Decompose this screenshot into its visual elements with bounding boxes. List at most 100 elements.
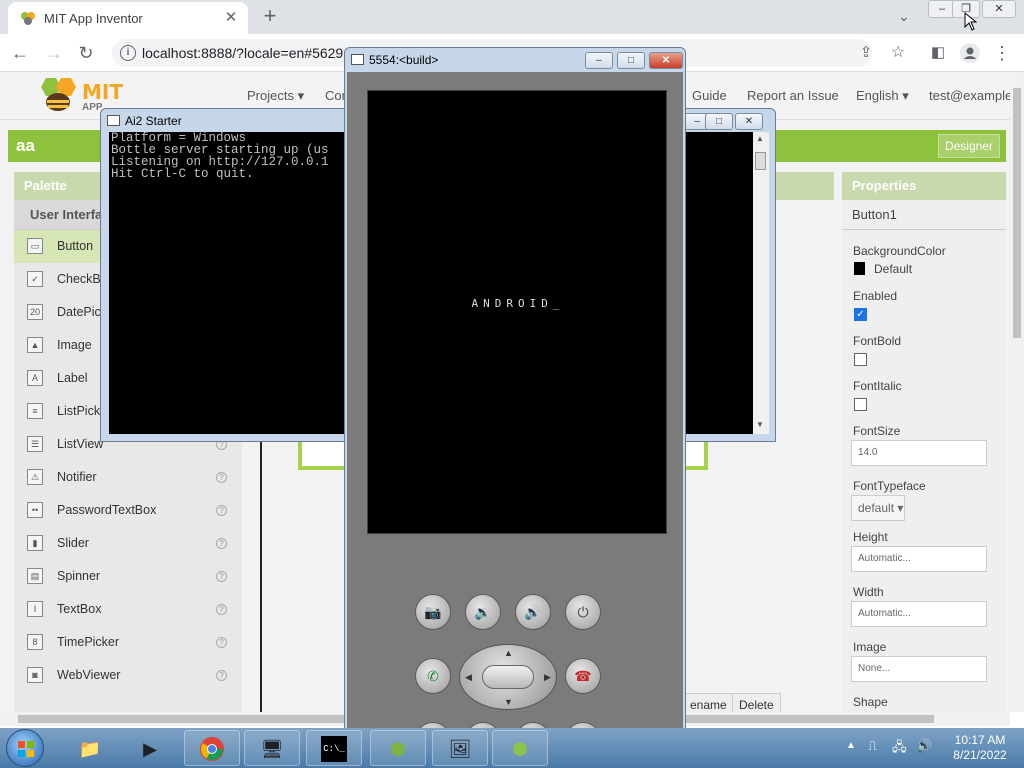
help-icon[interactable]: ? — [216, 637, 227, 648]
taskbar-explorer[interactable]: 📁 — [62, 730, 118, 766]
console-scrollbar[interactable]: ▲ ▼ — [753, 132, 769, 434]
tab-close-icon[interactable]: ✕ — [222, 9, 240, 27]
timepicker-component-icon: 8 — [27, 634, 43, 650]
palette-item-label: ListView — [57, 437, 104, 451]
height-input[interactable]: Automatic... — [851, 546, 987, 572]
help-icon[interactable]: ? — [216, 670, 227, 681]
delete-button[interactable]: Delete — [732, 693, 781, 712]
tray-app-icon[interactable]: ⎍ — [868, 738, 877, 754]
emulator-maximize-button[interactable]: □ — [617, 52, 645, 69]
camera-icon[interactable]: 📷 — [415, 594, 451, 630]
taskbar-chrome[interactable] — [184, 730, 240, 766]
palette-item-notifier[interactable]: ⚠ Notifier? — [14, 461, 242, 494]
reload-icon[interactable]: ↻ — [74, 41, 98, 65]
image-component-icon: ▲ — [27, 337, 43, 353]
scroll-up-icon[interactable]: ▲ — [756, 134, 764, 143]
emulator-window-icon — [351, 54, 364, 65]
profile-avatar-icon[interactable] — [958, 41, 982, 65]
help-icon[interactable]: ? — [216, 538, 227, 549]
prop-backgroundcolor-value[interactable]: Default — [874, 262, 912, 276]
dpad-left-icon[interactable]: ◀ — [465, 672, 472, 683]
color-swatch[interactable] — [854, 262, 865, 275]
report-issue-link[interactable]: Report an Issue — [747, 88, 839, 103]
site-info-icon[interactable]: i — [120, 45, 136, 61]
tab-search-icon[interactable]: ⌄ — [894, 6, 914, 26]
taskbar-clock[interactable]: 10:17 AM 8/21/2022 — [940, 733, 1020, 763]
start-button[interactable] — [6, 729, 44, 767]
browser-tab[interactable]: MIT App Inventor ✕ — [8, 2, 248, 34]
scroll-down-icon[interactable]: ▼ — [756, 420, 764, 429]
taskbar-cmd[interactable]: C:\_ — [306, 730, 362, 766]
console-close-button[interactable]: ✕ — [735, 113, 763, 130]
taskbar-image-app[interactable]: 🖼 — [432, 730, 488, 766]
palette-item-webviewer[interactable]: ◙ WebViewer? — [14, 659, 242, 692]
fontsize-input[interactable]: 14.0 — [851, 440, 987, 466]
help-icon[interactable]: ? — [216, 604, 227, 615]
fontbold-checkbox[interactable] — [854, 353, 867, 366]
properties-header: Properties — [842, 172, 1006, 200]
console-window-icon — [107, 115, 120, 126]
listpicker-component-icon: ≡ — [27, 403, 43, 419]
power-icon[interactable]: ⏻ — [565, 594, 601, 630]
browser-menu-icon[interactable]: ⋮ — [990, 41, 1014, 65]
taskbar-media-player[interactable]: ▶ — [122, 730, 178, 766]
enabled-checkbox[interactable]: ✓ — [854, 308, 867, 321]
android-emulator-window[interactable]: 5554:<build> – □ ✕ ANDROID_ 📷 🔉 🔊 ⏻ ✆ ▲ … — [344, 47, 686, 758]
palette-item-passwordtextbox[interactable]: •• PasswordTextBox? — [14, 494, 242, 527]
volume-up-icon[interactable]: 🔊 — [515, 594, 551, 630]
share-icon[interactable]: ⇪ — [854, 41, 878, 65]
prop-width-label: Width — [853, 585, 884, 599]
call-icon[interactable]: ✆ — [415, 658, 451, 694]
palette-item-timepicker[interactable]: 8 TimePicker? — [14, 626, 242, 659]
show-hidden-icons[interactable]: ▲ — [846, 740, 856, 751]
page-vertical-scrollbar[interactable] — [1010, 72, 1024, 712]
taskbar-android-emulator[interactable]: ⬢ — [370, 730, 426, 766]
palette-item-label: Button — [57, 239, 94, 253]
volume-icon[interactable]: 🔊 — [916, 738, 932, 754]
emulator-minimize-button[interactable]: – — [585, 52, 613, 69]
rename-button[interactable]: ename — [684, 693, 734, 712]
palette-item-label: PasswordTextBox — [57, 503, 157, 517]
image-icon: 🖼 — [448, 739, 472, 759]
help-icon[interactable]: ? — [216, 472, 227, 483]
emulator-window-title: 5554:<build> — [369, 53, 439, 67]
scrollbar-thumb[interactable] — [755, 152, 766, 170]
emulator-screen[interactable]: ANDROID_ — [367, 90, 667, 534]
language-menu[interactable]: English ▾ — [856, 88, 909, 104]
forward-arrow-icon[interactable]: → — [42, 41, 66, 65]
account-menu[interactable]: test@example — [929, 88, 1012, 103]
dpad-right-icon[interactable]: ▶ — [544, 672, 551, 683]
designer-button[interactable]: Designer — [937, 134, 1000, 158]
palette-item-spinner[interactable]: ▤ Spinner? — [14, 560, 242, 593]
fontitalic-checkbox[interactable] — [854, 398, 867, 411]
side-panel-icon[interactable]: ◧ — [926, 41, 950, 65]
dpad-center-button[interactable] — [482, 665, 534, 689]
palette-item-slider[interactable]: ▮ Slider? — [14, 527, 242, 560]
new-tab-button[interactable]: + — [258, 5, 282, 29]
prop-fontsize-label: FontSize — [853, 424, 901, 438]
dpad-control[interactable]: ▲ ▼ ◀ ▶ — [459, 644, 557, 710]
console-maximize-button[interactable]: □ — [705, 113, 733, 130]
dpad-down-icon[interactable]: ▼ — [504, 697, 513, 707]
back-arrow-icon[interactable]: ← — [8, 41, 32, 65]
taskbar-android-sdk[interactable]: ⬢ — [492, 730, 548, 766]
palette-item-textbox[interactable]: I TextBox? — [14, 593, 242, 626]
image-input[interactable]: None... — [851, 656, 987, 682]
fonttypeface-dropdown[interactable]: default ▾ — [851, 495, 905, 521]
help-icon[interactable]: ? — [216, 505, 227, 516]
emulator-close-button[interactable]: ✕ — [649, 52, 683, 69]
palette-item-label: Slider — [57, 536, 89, 550]
help-icon[interactable]: ? — [216, 571, 227, 582]
taskbar-app[interactable]: 🖥 — [244, 730, 300, 766]
end-call-icon[interactable]: ☎ — [565, 658, 601, 694]
bookmark-star-icon[interactable]: ☆ — [886, 41, 910, 65]
dpad-up-icon[interactable]: ▲ — [504, 648, 513, 658]
guide-link[interactable]: Guide — [692, 88, 727, 103]
network-icon[interactable]: 🖧 — [892, 738, 907, 760]
projects-menu[interactable]: Projects ▾ — [247, 88, 304, 104]
scrollbar-thumb[interactable] — [1013, 88, 1021, 338]
address-url: localhost:8888/?locale=en#5629 — [142, 45, 344, 61]
volume-down-icon[interactable]: 🔉 — [465, 594, 501, 630]
browser-close-button[interactable]: ✕ — [982, 0, 1016, 18]
width-input[interactable]: Automatic... — [851, 601, 987, 627]
